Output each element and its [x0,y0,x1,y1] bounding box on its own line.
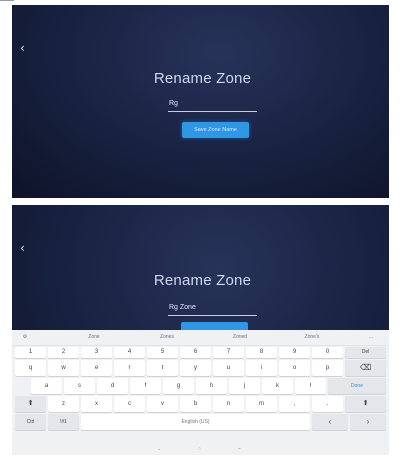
key[interactable]: g [163,378,194,394]
key[interactable]: q [15,360,46,376]
nav-home-icon[interactable]: ○ [198,446,201,452]
nav-back-icon[interactable]: ⌄ [157,446,161,452]
key[interactable]: 5 [147,347,178,358]
shift-icon[interactable]: ⬆ [345,396,386,412]
key[interactable]: d [97,378,128,394]
key[interactable]: 0 [312,347,343,358]
symbols-key[interactable]: !#1 [48,414,79,430]
delete-key[interactable]: Del [345,347,386,358]
key[interactable]: c [114,396,145,412]
key[interactable]: b [180,396,211,412]
suggestion-bar: ⚙ Zone Zones Zoned Zone's … [12,330,389,346]
rename-zone-screen: ‹ Rename Zone Rg Save Zone Name [12,5,389,198]
space-bar[interactable]: English (US) [81,414,310,430]
key[interactable]: 4 [114,347,145,358]
left-arrow-icon[interactable]: ‹ [312,414,348,430]
rename-zone-screen-keyboard: ‹ Rename Zone Rg Zone ⚙ Zone Zones Zoned… [12,205,389,455]
system-nav-bar: ⌄ ○ ⌁ [12,446,389,455]
key[interactable]: z [48,396,79,412]
suggestion-item[interactable]: Zones [137,330,197,345]
key[interactable]: . [312,396,343,412]
key[interactable]: p [312,360,343,376]
corner-mark [0,0,14,4]
key[interactable]: 9 [279,347,310,358]
key[interactable]: t [147,360,178,376]
key[interactable]: a [31,378,62,394]
shift-icon[interactable]: ⬆ [15,396,46,412]
key[interactable]: x [81,396,112,412]
zone-name-input[interactable]: Rg [168,97,257,112]
key[interactable]: 8 [246,347,277,358]
key[interactable]: 2 [48,347,79,358]
keyboard-settings-icon[interactable]: ⚙ [16,330,34,345]
back-arrow-icon[interactable]: ‹ [20,241,25,255]
nav-recent-icon[interactable]: ⌁ [238,446,241,452]
key[interactable]: v [147,396,178,412]
key[interactable]: 7 [213,347,244,358]
save-zone-name-button[interactable] [181,322,248,330]
key[interactable]: s [64,378,95,394]
key[interactable]: 6 [180,347,211,358]
key[interactable]: , [279,396,310,412]
key[interactable]: n [213,396,244,412]
key[interactable]: r [114,360,145,376]
more-suggestions-icon[interactable]: … [360,330,382,345]
save-zone-name-button[interactable]: Save Zone Name [182,122,249,138]
key[interactable]: o [279,360,310,376]
suggestion-item[interactable]: Zone [64,330,124,345]
page-title: Rename Zone [153,272,252,289]
key[interactable]: 1 [15,347,46,358]
key[interactable]: e [81,360,112,376]
back-arrow-icon[interactable]: ‹ [20,41,25,55]
key[interactable]: 3 [81,347,112,358]
zone-name-input[interactable]: Rg Zone [168,301,257,316]
done-key[interactable]: Done [328,378,386,394]
suggestion-item[interactable]: Zoned [210,330,270,345]
key[interactable]: l [295,378,326,394]
key[interactable]: u [213,360,244,376]
page-title: Rename Zone [153,70,252,87]
on-screen-keyboard: ⚙ Zone Zones Zoned Zone's … 1 2 3 4 5 6 … [12,330,389,455]
key[interactable]: i [246,360,277,376]
key[interactable]: m [246,396,277,412]
key[interactable]: h [196,378,227,394]
key[interactable]: j [229,378,260,394]
key[interactable]: y [180,360,211,376]
key[interactable]: k [262,378,293,394]
suggestion-item[interactable]: Zone's [282,330,342,345]
ctrl-key[interactable]: Ctrl [15,414,46,430]
key[interactable]: f [130,378,161,394]
right-arrow-icon[interactable]: › [350,414,386,430]
backspace-icon[interactable]: ⌫ [345,360,386,376]
key[interactable]: w [48,360,79,376]
